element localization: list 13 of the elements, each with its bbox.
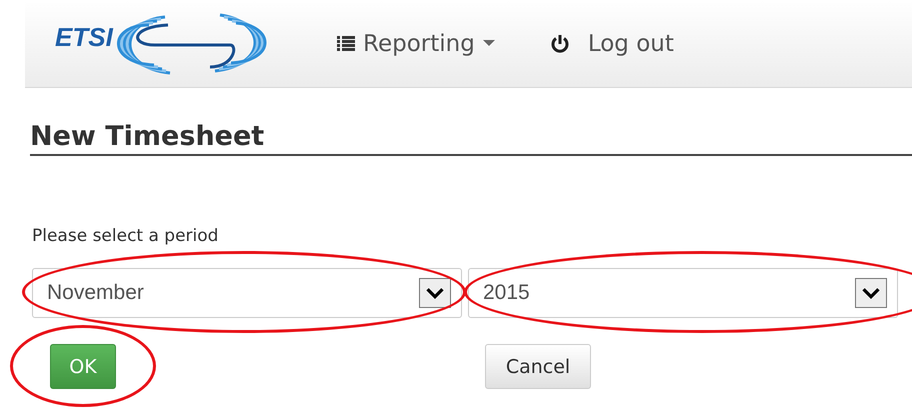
page-title: New Timesheet — [30, 121, 912, 156]
cancel-button[interactable]: Cancel — [485, 344, 591, 389]
nav-link[interactable]: Log out — [550, 30, 674, 56]
caret-icon — [482, 40, 495, 47]
reporting-menu[interactable]: Reporting — [337, 30, 495, 56]
power-icon — [550, 34, 570, 54]
prompt-label: Please select a period — [32, 226, 220, 246]
period-select[interactable]: 2015 — [468, 268, 898, 318]
logo-text: ETSI — [55, 22, 113, 53]
period-select[interactable]: November — [32, 268, 462, 318]
chevron-down-icon — [855, 278, 887, 308]
chevron-down-icon — [419, 278, 451, 308]
list-icon — [337, 36, 355, 52]
